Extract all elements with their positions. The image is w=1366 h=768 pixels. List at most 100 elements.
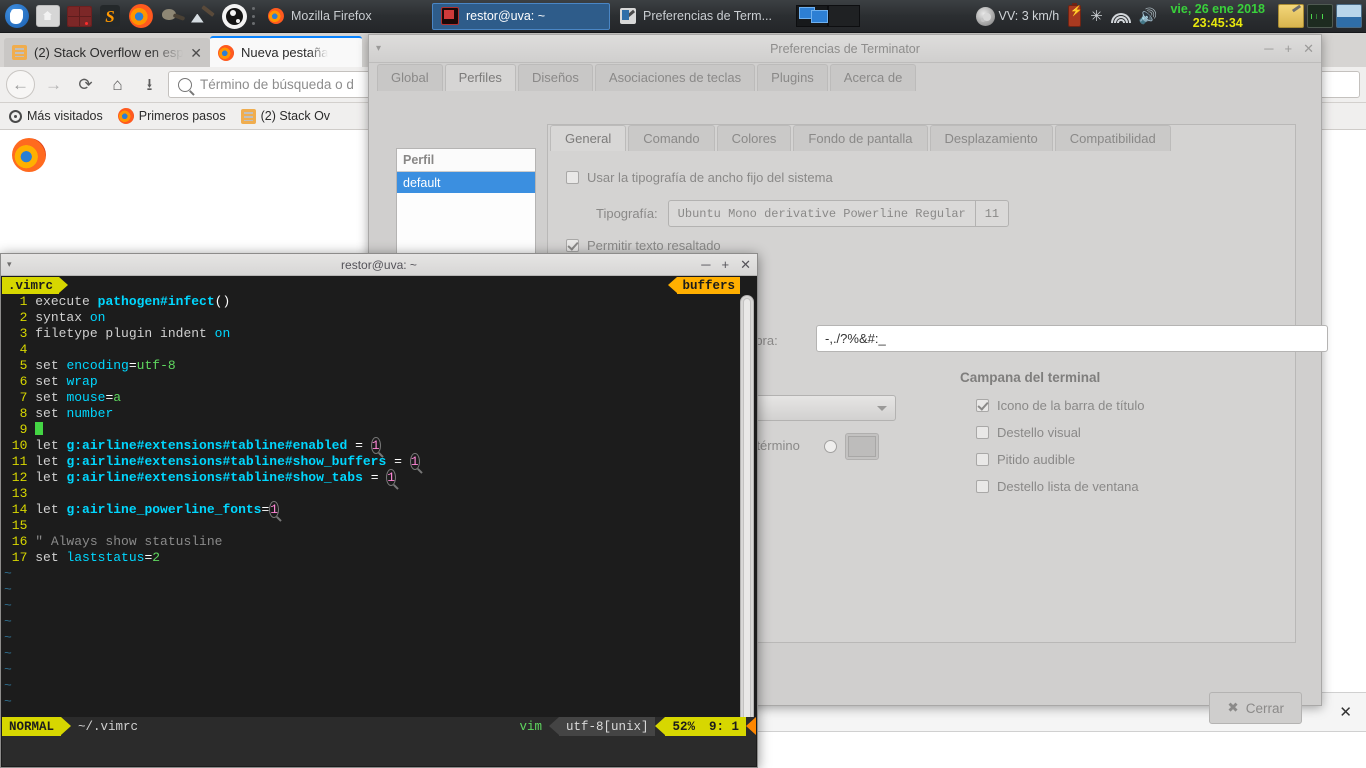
vim-token: encoding — [66, 358, 129, 373]
vim-tilde-marker: ~ — [4, 614, 12, 629]
vim-line: 10 let g:airline#extensions#tabline#enab… — [4, 437, 756, 454]
airline-tabline-right-label: buffers — [677, 277, 740, 294]
close-icon[interactable]: ✕ — [190, 46, 202, 60]
terminal-icon — [441, 7, 459, 25]
preferences-title: Preferencias de Terminator — [770, 41, 920, 56]
vim-editor-text[interactable]: 1 execute pathogen#infect() 2 syntax on … — [2, 294, 756, 566]
terminal-launcher[interactable] — [66, 3, 92, 29]
tab-disenos[interactable]: Diseños — [517, 64, 593, 91]
tab-comando[interactable]: Comando — [628, 125, 715, 151]
clock-widget[interactable]: vie, 26 ene 2018 23:45:34 — [1166, 2, 1269, 30]
preferences-titlebar: ▾ Preferencias de Terminator ─ + ✕ — [369, 35, 1321, 63]
font-label: Tipografía: — [596, 206, 658, 221]
workspace-2[interactable] — [828, 5, 860, 27]
bell-titlebar-icon-checkbox[interactable]: Icono de la barra de título — [976, 398, 1144, 413]
vim-line: 2 syntax on — [4, 310, 756, 326]
bookmark-mas-visitados[interactable]: Más visitados — [9, 109, 103, 123]
vim-line-number: 1 — [4, 294, 36, 309]
vim-token: 1 — [269, 501, 280, 518]
profile-list[interactable]: Perfil default — [396, 148, 536, 268]
close-window-button[interactable]: ✕ — [740, 258, 751, 271]
browser-tab-stackoverflow[interactable]: (2) Stack Overflow en esp ✕ — [4, 38, 210, 67]
preferences-tab-strip: Global Perfiles Diseños Asociaciones de … — [369, 63, 1321, 91]
word-chars-input[interactable]: -,./?%&#:_ — [816, 325, 1328, 352]
tab-fondo-de-pantalla[interactable]: Fondo de pantalla — [793, 125, 928, 151]
vim-filetype: vim — [512, 717, 549, 736]
taskbar-window-terminal[interactable]: restor@uva: ~ — [432, 2, 610, 30]
profile-list-row-default[interactable]: default — [397, 172, 535, 193]
battery-charging-icon[interactable] — [1068, 3, 1083, 27]
taskbar-window-firefox[interactable]: Mozilla Firefox — [260, 3, 430, 30]
tab-asociaciones-de-teclas[interactable]: Asociaciones de teclas — [594, 64, 756, 91]
maximize-button[interactable]: + — [1285, 41, 1293, 57]
bookmark-stackoverflow[interactable]: (2) Stack Ov — [240, 108, 330, 124]
downloads-button[interactable]: ⭳ — [136, 71, 163, 98]
vim-line-number: 7 — [4, 390, 36, 405]
allow-bold-checkbox[interactable]: Permitir texto resaltado — [566, 238, 721, 253]
close-icon: ✖ — [1227, 700, 1239, 715]
bell-window-list-flash-checkbox[interactable]: Destello lista de ventana — [976, 479, 1139, 494]
vim-token: set — [35, 390, 67, 405]
vim-line: 16 " Always show statusline — [4, 534, 756, 550]
menu-launcher[interactable] — [4, 3, 30, 29]
terminal-title: restor@uva: ~ — [341, 257, 417, 272]
terminal-body[interactable]: .vimrc buffers 1 execute pathogen#infect… — [2, 277, 756, 766]
tab-compatibilidad[interactable]: Compatibilidad — [1054, 125, 1171, 151]
vim-token: filetype plugin indent — [35, 326, 215, 341]
window-tray-icon[interactable] — [1336, 4, 1362, 28]
cursor-color-swatch[interactable] — [845, 433, 879, 460]
terminal-scrollbar[interactable] — [740, 295, 754, 736]
font-selector[interactable]: Ubuntu Mono derivative Powerline Regular… — [667, 200, 1010, 227]
volume-icon[interactable]: 🔊 — [1139, 9, 1158, 24]
taskbar-window-preferences[interactable]: Preferencias de Term... — [612, 3, 790, 30]
close-button[interactable]: ✖ Cerrar — [1209, 692, 1302, 724]
tab-acerca-de[interactable]: Acerca de — [829, 64, 917, 91]
airline-arrow-icon — [746, 717, 756, 735]
notes-tray-icon[interactable] — [1278, 4, 1304, 28]
tab-general[interactable]: General — [550, 125, 627, 151]
vim-token: g:airline#extensions#tabline#show_tabs — [66, 470, 363, 485]
system-monitor-tray-icon[interactable] — [1307, 4, 1333, 28]
close-icon[interactable]: ✕ — [1339, 703, 1352, 721]
back-button[interactable]: ← — [6, 70, 35, 99]
gimp-launcher[interactable] — [159, 3, 185, 29]
home-button[interactable]: ⌂ — [104, 71, 131, 98]
hand-menu-icon — [5, 4, 29, 28]
weather-indicator[interactable]: VV: 3 km/h — [975, 6, 1059, 26]
tab-title: Nueva pestaña — [241, 45, 329, 60]
tab-plugins[interactable]: Plugins — [757, 64, 828, 91]
file-manager-launcher[interactable] — [35, 3, 61, 29]
forward-button[interactable]: → — [40, 71, 67, 98]
use-system-font-checkbox[interactable]: Usar la tipografía de ancho fijo del sis… — [566, 170, 833, 185]
vim-line-number: 2 — [4, 310, 36, 325]
bell-audible-checkbox[interactable]: Pitido audible — [976, 452, 1075, 467]
tab-colores[interactable]: Colores — [716, 125, 792, 151]
bell-visual-flash-checkbox[interactable]: Destello visual — [976, 425, 1081, 440]
tab-perfiles[interactable]: Perfiles — [444, 64, 516, 91]
wifi-icon[interactable] — [1110, 9, 1131, 23]
browser-tab-new[interactable]: Nueva pestaña — [210, 36, 362, 67]
firefox-launcher[interactable] — [128, 3, 154, 29]
cursor-color-custom-radio[interactable] — [824, 433, 879, 460]
maximize-button[interactable]: + — [722, 258, 730, 271]
checkbox-icon — [976, 480, 989, 493]
tab-global[interactable]: Global — [377, 64, 443, 91]
vim-mode: NORMAL — [2, 717, 62, 736]
bluetooth-icon[interactable]: ✳ — [1090, 9, 1103, 24]
sublime-launcher[interactable]: S — [97, 3, 123, 29]
tab-desplazamiento[interactable]: Desplazamiento — [929, 125, 1053, 151]
inkscape-launcher[interactable] — [190, 3, 216, 29]
vim-line-number: 16 — [4, 534, 36, 549]
vim-line: 13 — [4, 486, 756, 502]
allow-bold-label: Permitir texto resaltado — [587, 238, 721, 253]
obs-launcher[interactable] — [221, 3, 247, 29]
workspace-1[interactable] — [796, 5, 828, 27]
workspace-pager[interactable] — [796, 5, 860, 27]
vim-token: 1 — [409, 453, 420, 470]
minimize-button[interactable]: ─ — [701, 258, 710, 271]
minimize-button[interactable]: ─ — [1264, 41, 1273, 57]
close-window-button[interactable]: ✕ — [1303, 41, 1314, 57]
system-tray: VV: 3 km/h ✳ 🔊 vie, 26 ene 2018 23:45:34 — [975, 2, 1366, 30]
bookmark-primeros-pasos[interactable]: Primeros pasos — [117, 108, 226, 124]
reload-button[interactable]: ⟳ — [72, 71, 99, 98]
